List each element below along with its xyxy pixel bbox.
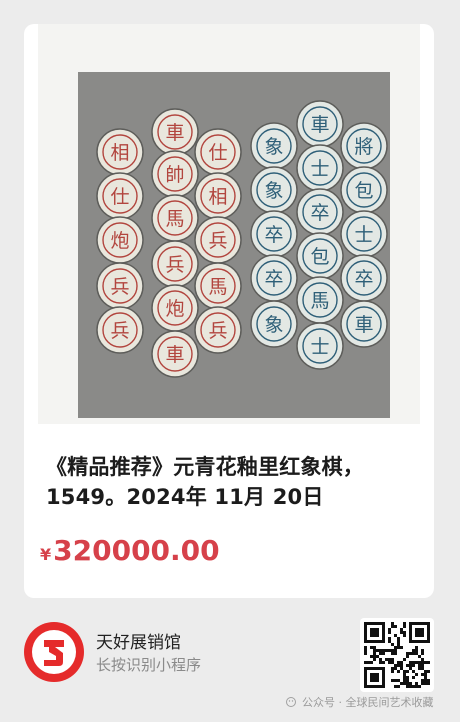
blue-piece: 象 <box>250 166 298 214</box>
currency-symbol: ¥ <box>40 545 52 564</box>
red-piece-char: 帥 <box>165 164 184 186</box>
red-piece-char: 車 <box>165 122 184 144</box>
red-piece-char: 相 <box>110 142 129 164</box>
blue-piece: 士 <box>340 210 388 258</box>
red-piece: 兵 <box>194 216 242 264</box>
blue-piece-char: 士 <box>354 224 373 246</box>
watermark-text: 公众号 · 全球民间艺术收藏 <box>302 696 434 709</box>
blue-piece: 包 <box>296 232 344 280</box>
blue-piece: 象 <box>250 122 298 170</box>
blue-piece-char: 象 <box>264 180 283 202</box>
red-piece-char: 兵 <box>208 320 227 342</box>
red-piece-char: 馬 <box>208 276 227 298</box>
red-piece: 馬 <box>194 262 242 310</box>
blue-piece: 車 <box>296 100 344 148</box>
mini-program-footer[interactable]: 天好展销馆 长按识别小程序 公众号 · 全球民间艺术收藏 <box>0 598 460 722</box>
product-photo[interactable]: 車相仕帥仕相馬炮兵兵兵馬炮兵兵車 車象將士象包卒卒士包卒卒馬象車士 <box>38 24 420 424</box>
blue-piece: 士 <box>296 144 344 192</box>
blue-piece-char: 卒 <box>310 202 329 224</box>
red-piece: 車 <box>151 330 199 378</box>
red-piece-char: 炮 <box>110 230 129 252</box>
blue-piece-char: 車 <box>354 314 373 336</box>
product-card[interactable]: 車相仕帥仕相馬炮兵兵兵馬炮兵兵車 車象將士象包卒卒士包卒卒馬象車士 《精品推荐》… <box>24 24 434 598</box>
shop-hint: 长按识别小程序 <box>96 656 202 674</box>
red-piece: 馬 <box>151 194 199 242</box>
blue-piece-char: 象 <box>264 136 283 158</box>
price-value: 320000.00 <box>53 534 220 567</box>
shop-logo-icon <box>22 620 86 684</box>
red-piece-char: 炮 <box>165 298 184 320</box>
blue-piece-char: 將 <box>354 136 373 158</box>
blue-piece-char: 包 <box>310 246 329 268</box>
blue-piece: 卒 <box>340 254 388 302</box>
red-piece: 炮 <box>151 284 199 332</box>
red-piece-char: 兵 <box>208 230 227 252</box>
red-piece-char: 馬 <box>165 208 184 230</box>
blue-piece-char: 士 <box>310 336 329 358</box>
red-piece-char: 相 <box>208 186 227 208</box>
red-pieces-group: 車相 仕帥仕 相馬炮 兵兵兵 馬炮兵 兵車 <box>96 108 242 378</box>
watermark: 公众号 · 全球民间艺术收藏 <box>286 694 434 710</box>
blue-piece: 象 <box>250 300 298 348</box>
blue-piece-char: 象 <box>264 314 283 336</box>
blue-piece-char: 包 <box>354 180 373 202</box>
blue-piece: 馬 <box>296 276 344 324</box>
blue-piece: 士 <box>296 322 344 370</box>
blue-piece-char: 馬 <box>310 290 329 312</box>
red-piece: 車 <box>151 108 199 156</box>
red-piece-char: 仕 <box>110 186 129 208</box>
red-piece: 相 <box>96 128 144 176</box>
blue-piece-char: 士 <box>310 158 329 180</box>
product-title: 《精品推荐》元青花釉里红象棋，1549。2024年 11月 20日 <box>46 455 364 509</box>
blue-piece-char: 車 <box>310 114 329 136</box>
product-price: ¥ 320000.00 <box>40 534 220 567</box>
blue-piece: 將 <box>340 122 388 170</box>
red-piece-char: 兵 <box>165 254 184 276</box>
red-piece-char: 兵 <box>110 276 129 298</box>
blue-piece: 包 <box>340 166 388 214</box>
red-piece: 兵 <box>151 240 199 288</box>
red-piece: 仕 <box>194 128 242 176</box>
red-piece-char: 兵 <box>110 320 129 342</box>
blue-piece: 卒 <box>250 210 298 258</box>
red-piece-char: 車 <box>165 344 184 366</box>
blue-pieces-group: 車象 將士象 包卒卒 士包卒 卒馬象 車士 <box>250 100 388 370</box>
chess-pieces-photo: 車相 仕帥仕 相馬炮 兵兵兵 馬炮兵 兵車 車象 將士象 包卒卒 士包卒 卒馬象 車士 <box>78 72 390 418</box>
red-piece: 仕 <box>96 172 144 220</box>
red-piece: 帥 <box>151 150 199 198</box>
shop-name[interactable]: 天好展销馆 <box>96 628 181 653</box>
blue-piece: 卒 <box>250 254 298 302</box>
blue-piece: 車 <box>340 300 388 348</box>
red-piece: 兵 <box>194 306 242 354</box>
blue-piece-char: 卒 <box>354 268 373 290</box>
wechat-icon <box>286 697 296 707</box>
blue-piece-char: 卒 <box>264 224 283 246</box>
red-piece: 炮 <box>96 216 144 264</box>
red-piece-char: 仕 <box>208 142 227 164</box>
blue-piece: 卒 <box>296 188 344 236</box>
qr-code-icon[interactable] <box>360 618 434 692</box>
red-piece: 兵 <box>96 262 144 310</box>
red-piece: 相 <box>194 172 242 220</box>
blue-piece-char: 卒 <box>264 268 283 290</box>
red-piece: 兵 <box>96 306 144 354</box>
